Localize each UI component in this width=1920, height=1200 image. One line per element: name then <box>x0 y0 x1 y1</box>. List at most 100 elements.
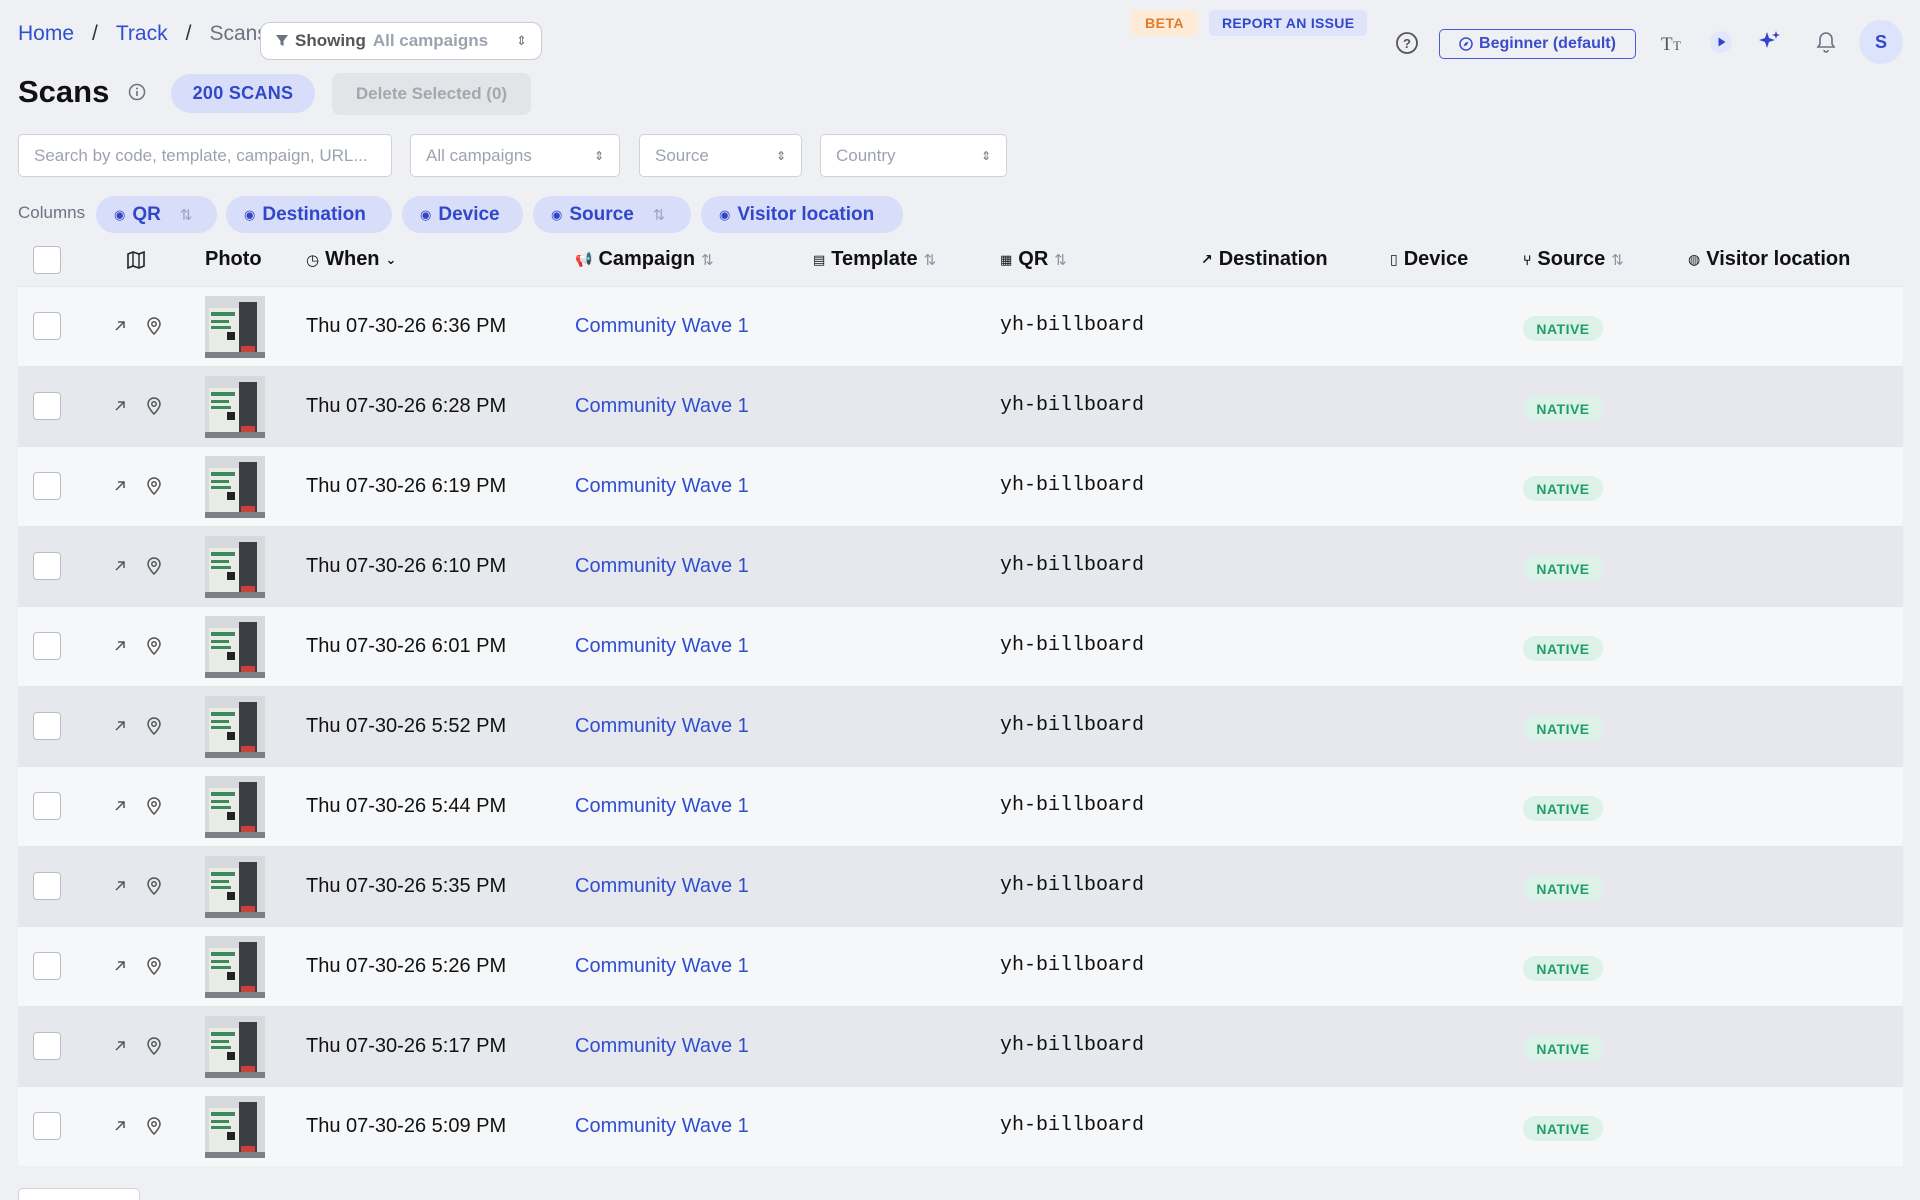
location-pin-icon[interactable] <box>145 316 163 341</box>
row-checkbox[interactable] <box>33 872 61 900</box>
location-pin-icon[interactable] <box>145 796 163 821</box>
campaign-link[interactable]: Community Wave 1 <box>575 715 749 738</box>
row-checkbox[interactable] <box>33 472 61 500</box>
scan-photo-thumbnail[interactable] <box>205 296 265 358</box>
campaign-link[interactable]: Community Wave 1 <box>575 955 749 978</box>
row-checkbox[interactable] <box>33 792 61 820</box>
location-pin-icon[interactable] <box>145 556 163 581</box>
column-header-qr[interactable]: ▦ QR ⇅ <box>1000 248 1067 271</box>
open-arrow-icon[interactable] <box>112 478 128 499</box>
table-row[interactable]: Thu 07-30-26 6:19 PM Community Wave 1 yh… <box>18 446 1903 526</box>
campaign-link[interactable]: Community Wave 1 <box>575 635 749 658</box>
campaign-filter-select[interactable]: All campaigns ⇕ <box>410 134 620 177</box>
scan-photo-thumbnail[interactable] <box>205 536 265 598</box>
column-chip-device[interactable]: ◉ Device <box>402 196 523 233</box>
column-header-template[interactable]: ▤ Template ⇅ <box>813 248 936 271</box>
avatar[interactable]: S <box>1859 20 1903 64</box>
location-pin-icon[interactable] <box>145 876 163 901</box>
open-arrow-icon[interactable] <box>112 718 128 739</box>
open-arrow-icon[interactable] <box>112 638 128 659</box>
column-chip-label: Source <box>569 203 634 225</box>
bell-icon[interactable] <box>1813 29 1839 55</box>
campaign-link[interactable]: Community Wave 1 <box>575 315 749 338</box>
country-filter-select[interactable]: Country ⇕ <box>820 134 1007 177</box>
scan-photo-thumbnail[interactable] <box>205 1096 265 1158</box>
row-checkbox[interactable] <box>33 1032 61 1060</box>
row-checkbox[interactable] <box>33 312 61 340</box>
breadcrumb-home[interactable]: Home <box>18 22 74 46</box>
scan-photo-thumbnail[interactable] <box>205 616 265 678</box>
table-row[interactable]: Thu 07-30-26 5:09 PM Community Wave 1 yh… <box>18 1086 1903 1166</box>
scan-photo-thumbnail[interactable] <box>205 456 265 518</box>
table-row[interactable]: Thu 07-30-26 5:35 PM Community Wave 1 yh… <box>18 846 1903 926</box>
location-pin-icon[interactable] <box>145 1036 163 1061</box>
open-arrow-icon[interactable] <box>112 398 128 419</box>
source-filter-select[interactable]: Source ⇕ <box>639 134 802 177</box>
experience-level-button[interactable]: Beginner (default) <box>1439 29 1636 59</box>
campaign-scope-select[interactable]: Showing All campaigns ⇕ <box>260 22 542 60</box>
table-row[interactable]: Thu 07-30-26 6:36 PM Community Wave 1 yh… <box>18 286 1903 366</box>
map-icon[interactable] <box>126 250 146 270</box>
column-header-when[interactable]: ◷ When ⌄ <box>306 248 396 271</box>
open-arrow-icon[interactable] <box>112 318 128 339</box>
table-row[interactable]: Thu 07-30-26 6:10 PM Community Wave 1 yh… <box>18 526 1903 606</box>
table-row[interactable]: Thu 07-30-26 6:01 PM Community Wave 1 yh… <box>18 606 1903 686</box>
column-chip-source[interactable]: ◉ Source ⇅ <box>533 196 691 233</box>
row-checkbox[interactable] <box>33 632 61 660</box>
open-arrow-icon[interactable] <box>112 798 128 819</box>
scan-photo-thumbnail[interactable] <box>205 936 265 998</box>
campaign-link[interactable]: Community Wave 1 <box>575 555 749 578</box>
sort-icon: ⇅ <box>179 206 193 224</box>
scan-photo-thumbnail[interactable] <box>205 1016 265 1078</box>
campaign-link[interactable]: Community Wave 1 <box>575 395 749 418</box>
sparkle-icon[interactable] <box>1756 28 1784 56</box>
scan-photo-thumbnail[interactable] <box>205 856 265 918</box>
location-pin-icon[interactable] <box>145 1116 163 1141</box>
location-pin-icon[interactable] <box>145 396 163 421</box>
column-chip-visitor-location[interactable]: ◉ Visitor location <box>701 196 903 233</box>
open-arrow-icon[interactable] <box>112 878 128 899</box>
table-row[interactable]: Thu 07-30-26 5:52 PM Community Wave 1 yh… <box>18 686 1903 766</box>
info-icon[interactable] <box>128 83 146 106</box>
open-arrow-icon[interactable] <box>112 1118 128 1139</box>
row-checkbox[interactable] <box>33 1112 61 1140</box>
campaign-link[interactable]: Community Wave 1 <box>575 795 749 818</box>
breadcrumb-separator: / <box>92 22 98 45</box>
table-row[interactable]: Thu 07-30-26 5:17 PM Community Wave 1 yh… <box>18 1006 1903 1086</box>
open-arrow-icon[interactable] <box>112 558 128 579</box>
help-icon[interactable]: ? <box>1394 30 1420 56</box>
pagination-control[interactable] <box>18 1188 140 1200</box>
scan-photo-thumbnail[interactable] <box>205 696 265 758</box>
location-pin-icon[interactable] <box>145 636 163 661</box>
open-arrow-icon[interactable] <box>112 958 128 979</box>
campaign-link[interactable]: Community Wave 1 <box>575 1035 749 1058</box>
row-checkbox[interactable] <box>33 552 61 580</box>
breadcrumb-track[interactable]: Track <box>116 22 168 46</box>
scan-photo-thumbnail[interactable] <box>205 376 265 438</box>
select-all-checkbox[interactable] <box>33 246 61 274</box>
column-chip-destination[interactable]: ◉ Destination <box>226 196 392 233</box>
row-checkbox[interactable] <box>33 392 61 420</box>
open-arrow-icon[interactable] <box>112 1038 128 1059</box>
table-row[interactable]: Thu 07-30-26 5:26 PM Community Wave 1 yh… <box>18 926 1903 1006</box>
table-row[interactable]: Thu 07-30-26 6:28 PM Community Wave 1 yh… <box>18 366 1903 446</box>
column-header-campaign[interactable]: 📢 Campaign ⇅ <box>575 248 714 271</box>
text-size-icon[interactable]: TT <box>1660 30 1686 56</box>
delete-selected-button[interactable]: Delete Selected (0) <box>332 73 531 115</box>
table-row[interactable]: Thu 07-30-26 5:44 PM Community Wave 1 yh… <box>18 766 1903 846</box>
column-chip-qr[interactable]: ◉ QR ⇅ <box>96 196 217 233</box>
location-pin-icon[interactable] <box>145 956 163 981</box>
row-checkbox[interactable] <box>33 952 61 980</box>
scan-time: Thu 07-30-26 5:09 PM <box>306 1115 507 1137</box>
location-pin-icon[interactable] <box>145 476 163 501</box>
column-header-source[interactable]: ⑂ Source ⇅ <box>1523 248 1624 271</box>
campaign-link[interactable]: Community Wave 1 <box>575 1115 749 1138</box>
scan-photo-thumbnail[interactable] <box>205 776 265 838</box>
play-icon[interactable] <box>1709 30 1733 54</box>
row-checkbox[interactable] <box>33 712 61 740</box>
search-input[interactable]: Search by code, template, campaign, URL.… <box>18 134 392 177</box>
location-pin-icon[interactable] <box>145 716 163 741</box>
report-issue-button[interactable]: REPORT AN ISSUE <box>1209 10 1368 36</box>
campaign-link[interactable]: Community Wave 1 <box>575 475 749 498</box>
campaign-link[interactable]: Community Wave 1 <box>575 875 749 898</box>
